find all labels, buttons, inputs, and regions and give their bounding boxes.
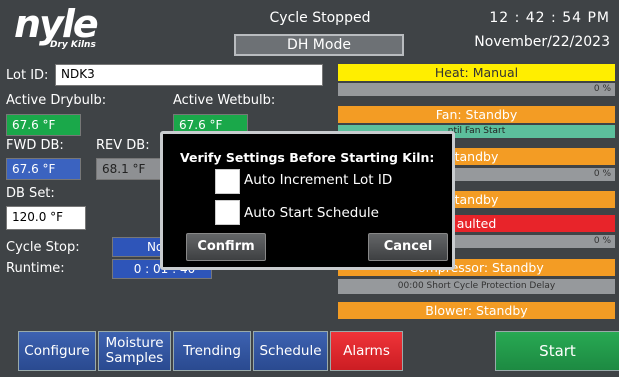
auto-start-label: Auto Start Schedule: [244, 205, 379, 221]
trending-button[interactable]: Trending: [173, 331, 251, 371]
fan-status-bar: Fan: Standby: [338, 106, 615, 123]
auto-increment-checkbox[interactable]: [215, 169, 240, 194]
active-drybulb-label: Active Drybulb:: [6, 93, 107, 108]
rev-db-label: REV DB:: [96, 138, 150, 153]
cycle-stop-label: Cycle Stop:: [6, 240, 80, 255]
clock-time: 12 : 42 : 54 PM: [489, 10, 610, 26]
fwd-db-value: 67.6 °F: [6, 158, 81, 180]
compressor-sub-status: 00:00 Short Cycle Protection Delay: [338, 279, 615, 294]
header: nyle Dry Kilns Cycle Stopped DH Mode 12 …: [0, 0, 619, 62]
fwd-db-label: FWD DB:: [6, 138, 64, 153]
alarms-button[interactable]: Alarms: [330, 331, 403, 371]
blower-status-bar: Blower: Standby: [338, 302, 615, 319]
runtime-label: Runtime:: [6, 261, 65, 276]
heat-status-bar: Heat: Manual: [338, 64, 615, 81]
verify-settings-dialog: Verify Settings Before Starting Kiln: Au…: [160, 131, 455, 270]
mode-indicator[interactable]: DH Mode: [234, 34, 404, 56]
auto-start-checkbox[interactable]: [215, 200, 240, 225]
logo-subtitle: Dry Kilns: [50, 40, 96, 50]
clock-date: November/22/2023: [474, 34, 610, 50]
confirm-button[interactable]: Confirm: [186, 233, 266, 261]
db-set-input[interactable]: 120.0 °F: [6, 206, 86, 230]
moisture-samples-button[interactable]: Moisture Samples: [98, 331, 171, 371]
active-wetbulb-label: Active Wetbulb:: [173, 93, 276, 108]
cancel-button[interactable]: Cancel: [368, 233, 448, 261]
cycle-status: Cycle Stopped: [269, 10, 371, 26]
schedule-button[interactable]: Schedule: [253, 331, 328, 371]
active-drybulb-value: 67.6 °F: [6, 114, 81, 136]
configure-button[interactable]: Configure: [18, 331, 96, 371]
start-button[interactable]: Start: [495, 331, 619, 371]
lot-id-label: Lot ID:: [6, 68, 49, 83]
lot-id-input[interactable]: NDK3: [55, 64, 323, 86]
auto-increment-label: Auto Increment Lot ID: [244, 172, 393, 188]
nyle-logo: nyle Dry Kilns: [14, 2, 134, 54]
dialog-title: Verify Settings Before Starting Kiln:: [180, 150, 435, 165]
db-set-label: DB Set:: [6, 186, 55, 201]
heat-percent: 0 %: [338, 83, 615, 96]
